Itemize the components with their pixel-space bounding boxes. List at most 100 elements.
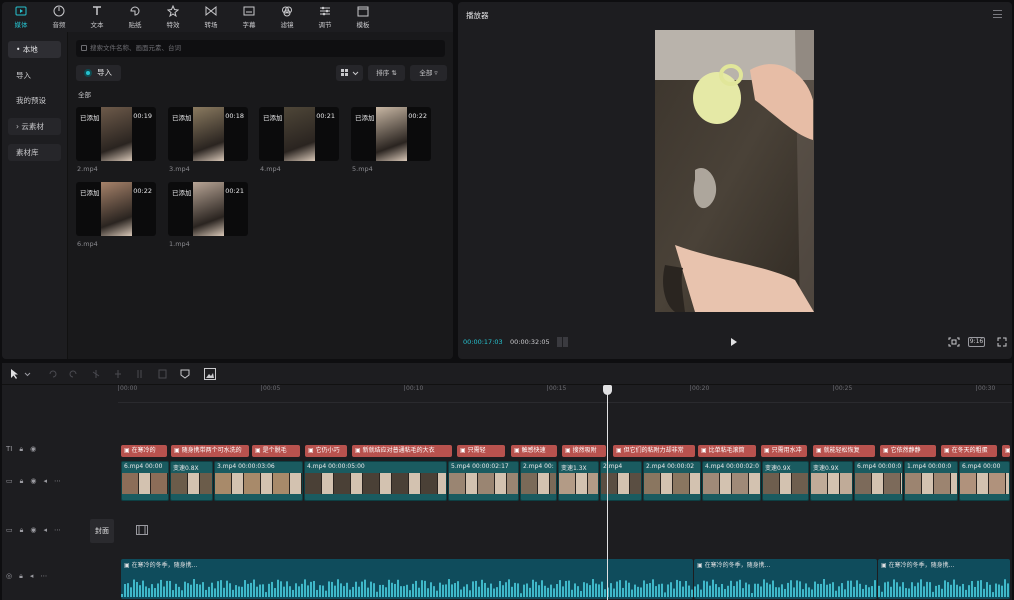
audio-track-controls[interactable]: ◎ 🔒︎ ◂ ⋯ bbox=[6, 572, 47, 581]
text-clip[interactable]: ▣ 是个脱毛 bbox=[252, 445, 300, 457]
text-clip[interactable]: ▣ 在冬天的粗蛋 bbox=[941, 445, 997, 457]
menu-icon[interactable] bbox=[993, 10, 1002, 18]
fullscreen-crop-icon[interactable] bbox=[948, 337, 960, 347]
eye-icon[interactable]: ◉ bbox=[30, 477, 36, 486]
mute-icon[interactable]: ◂ bbox=[30, 572, 34, 581]
sidebar-item-local[interactable]: • 本地 bbox=[8, 41, 61, 58]
media-panel: 媒体 音频 文本 贴纸 特效 转场 字幕 滤镜 调节 模板 • 本地 导入 我的预设 › 云素材 … bbox=[2, 2, 453, 359]
sidebar-item-my-presets[interactable]: 我的预设 bbox=[8, 92, 61, 109]
tab-template[interactable]: 模板 bbox=[344, 2, 382, 32]
filter-button[interactable]: 全部 ▿ bbox=[410, 65, 447, 81]
media-item[interactable]: 已添加 00:18 bbox=[168, 107, 248, 161]
video-clip[interactable]: 变速0.9X bbox=[810, 461, 853, 501]
video-clip-label: 变速0.9X bbox=[765, 465, 791, 472]
select-tool-icon[interactable] bbox=[10, 369, 32, 379]
video-track-icon: ▭ bbox=[6, 526, 13, 534]
grid-view-icon bbox=[340, 69, 358, 76]
video-clip[interactable]: 1.mp4 00:00:0 bbox=[904, 461, 958, 501]
video-clip[interactable]: 4.mp4 00:00:02:0 bbox=[702, 461, 761, 501]
tab-subtitle[interactable]: 字幕 bbox=[230, 2, 268, 32]
video-clip[interactable]: 2.mp4 00:00:02 bbox=[643, 461, 701, 501]
media-item[interactable]: 已添加 00:22 bbox=[351, 107, 431, 161]
text-clip[interactable]: ▣ 它仍小巧 bbox=[305, 445, 347, 457]
video-clip[interactable]: 2.mp4 00: bbox=[520, 461, 557, 501]
text-clip-label: 它依然静静 bbox=[890, 447, 921, 454]
video-clip-label: 2.mp4 bbox=[603, 463, 623, 470]
lock-icon[interactable]: 🔒︎ bbox=[20, 477, 24, 486]
tab-transition[interactable]: 转场 bbox=[192, 2, 230, 32]
text-clip[interactable]: ▣ 但它们的粘附力却非常 bbox=[613, 445, 695, 457]
tab-effects[interactable]: 特效 bbox=[154, 2, 192, 32]
tab-media[interactable]: 媒体 bbox=[2, 2, 40, 32]
text-clip[interactable]: ▣ 只需用水冲 bbox=[761, 445, 807, 457]
tab-adjust[interactable]: 调节 bbox=[306, 2, 344, 32]
audio-clip[interactable]: ▣ 在寒冷的冬季，随身携... bbox=[878, 559, 1010, 599]
lock-icon[interactable]: 🔒︎ bbox=[19, 445, 23, 454]
mute-icon[interactable]: ◂ bbox=[43, 477, 47, 486]
media-thumbnail bbox=[193, 107, 224, 161]
sidebar-item-cloud[interactable]: › 云素材 bbox=[8, 118, 61, 135]
lock-icon[interactable]: 🔒︎ bbox=[19, 572, 23, 581]
more-icon[interactable]: ⋯ bbox=[40, 572, 47, 581]
tab-audio[interactable]: 音频 bbox=[40, 2, 78, 32]
sidebar-item-import[interactable]: 导入 bbox=[8, 67, 61, 84]
mute-icon[interactable]: ◂ bbox=[43, 526, 47, 535]
sidebar-item-library[interactable]: 素材库 bbox=[8, 144, 61, 161]
import-button[interactable]: 导入 bbox=[76, 65, 121, 81]
text-clip[interactable]: ▣ 只需轻 bbox=[457, 445, 505, 457]
video-clip-label: 4.mp4 00:00:02:0 bbox=[705, 463, 759, 470]
more-icon[interactable]: ⋯ bbox=[54, 526, 61, 535]
playhead[interactable] bbox=[607, 385, 608, 600]
text-track-controls[interactable]: TI 🔒︎ ◉ bbox=[6, 445, 36, 454]
total-time: 00:00:32:05 bbox=[510, 338, 550, 346]
tab-label: 滤镜 bbox=[280, 21, 294, 29]
video-clip[interactable]: 变速0.9X bbox=[762, 461, 809, 501]
tab-label: 文本 bbox=[90, 21, 104, 29]
video-clip[interactable]: 3.mp4 00:00:03:06 bbox=[214, 461, 303, 501]
media-item[interactable]: 已添加 00:21 bbox=[259, 107, 339, 161]
search-input[interactable]: 搜索文件名称、画面元素、台词 bbox=[76, 40, 445, 57]
text-clip[interactable]: ▣ 触感快速 bbox=[511, 445, 557, 457]
tab-sticker[interactable]: 贴纸 bbox=[116, 2, 154, 32]
cover-button[interactable]: 封面 bbox=[90, 519, 114, 543]
image-tool-icon[interactable] bbox=[204, 368, 216, 380]
eye-icon[interactable]: ◉ bbox=[30, 526, 36, 535]
text-clip[interactable]: ▣ 冬 bbox=[1002, 445, 1010, 457]
view-mode-button[interactable] bbox=[336, 65, 363, 81]
video-clip[interactable]: 变速1.3X bbox=[558, 461, 599, 501]
media-item[interactable]: 已添加 00:22 bbox=[76, 182, 156, 236]
timeline-grid-icon[interactable] bbox=[557, 337, 569, 347]
video-track-controls[interactable]: ▭ 🔒︎ ◉ ◂ ⋯ bbox=[6, 477, 61, 486]
video-clip[interactable]: 变速0.8X bbox=[170, 461, 213, 501]
text-clip[interactable]: ▣ 比单粘毛滚筒 bbox=[698, 445, 756, 457]
video-clip[interactable]: 4.mp4 00:00:05:00 bbox=[304, 461, 447, 501]
text-clip[interactable]: ▣ 随身携带两个可水洗的 bbox=[171, 445, 249, 457]
media-item[interactable]: 已添加 00:19 bbox=[76, 107, 156, 161]
text-clip[interactable]: ▣ 搜然吸附 bbox=[562, 445, 606, 457]
aspect-ratio-button[interactable]: 9:16 bbox=[968, 337, 985, 347]
timeline-ruler[interactable]: 00:00 00:05 00:10 00:15 00:20 00:25 00:30 bbox=[118, 385, 1012, 403]
tab-text[interactable]: 文本 bbox=[78, 2, 116, 32]
sort-button[interactable]: 排序 ⇅ bbox=[368, 65, 405, 81]
text-clip[interactable]: ▣ 就能轻松恢复 bbox=[813, 445, 875, 457]
lock-icon[interactable]: 🔒︎ bbox=[20, 526, 24, 535]
video-clip[interactable]: 5.mp4 00:00:02:17 bbox=[448, 461, 519, 501]
audio-clip[interactable]: ▣ 在寒冷的冬季，随身携... bbox=[694, 559, 877, 599]
video-clip[interactable]: 6.mp4 00:00 bbox=[121, 461, 169, 501]
text-clip[interactable]: ▣ 新就结应对普通粘毛的大衣 bbox=[352, 445, 452, 457]
edit-tools-icon[interactable] bbox=[48, 369, 193, 379]
playhead-handle[interactable] bbox=[603, 385, 612, 395]
tab-filter[interactable]: 滤镜 bbox=[268, 2, 306, 32]
ruler-mark bbox=[833, 385, 834, 391]
text-clip[interactable]: ▣ 它依然静静 bbox=[880, 445, 936, 457]
more-icon[interactable]: ⋯ bbox=[54, 477, 61, 486]
text-clip[interactable]: ▣ 在寒冷的 bbox=[121, 445, 167, 457]
fullscreen-icon[interactable] bbox=[997, 337, 1007, 347]
media-item[interactable]: 已添加 00:21 bbox=[168, 182, 248, 236]
main-track-controls[interactable]: ▭ 🔒︎ ◉ ◂ ⋯ bbox=[6, 526, 61, 535]
eye-icon[interactable]: ◉ bbox=[30, 445, 36, 454]
sort-label: 排序 bbox=[376, 69, 390, 77]
video-clip[interactable]: 6.mp4 00:00 bbox=[959, 461, 1010, 501]
play-button[interactable] bbox=[731, 338, 737, 346]
video-clip[interactable]: 6.mp4 00:00:0 bbox=[854, 461, 903, 501]
